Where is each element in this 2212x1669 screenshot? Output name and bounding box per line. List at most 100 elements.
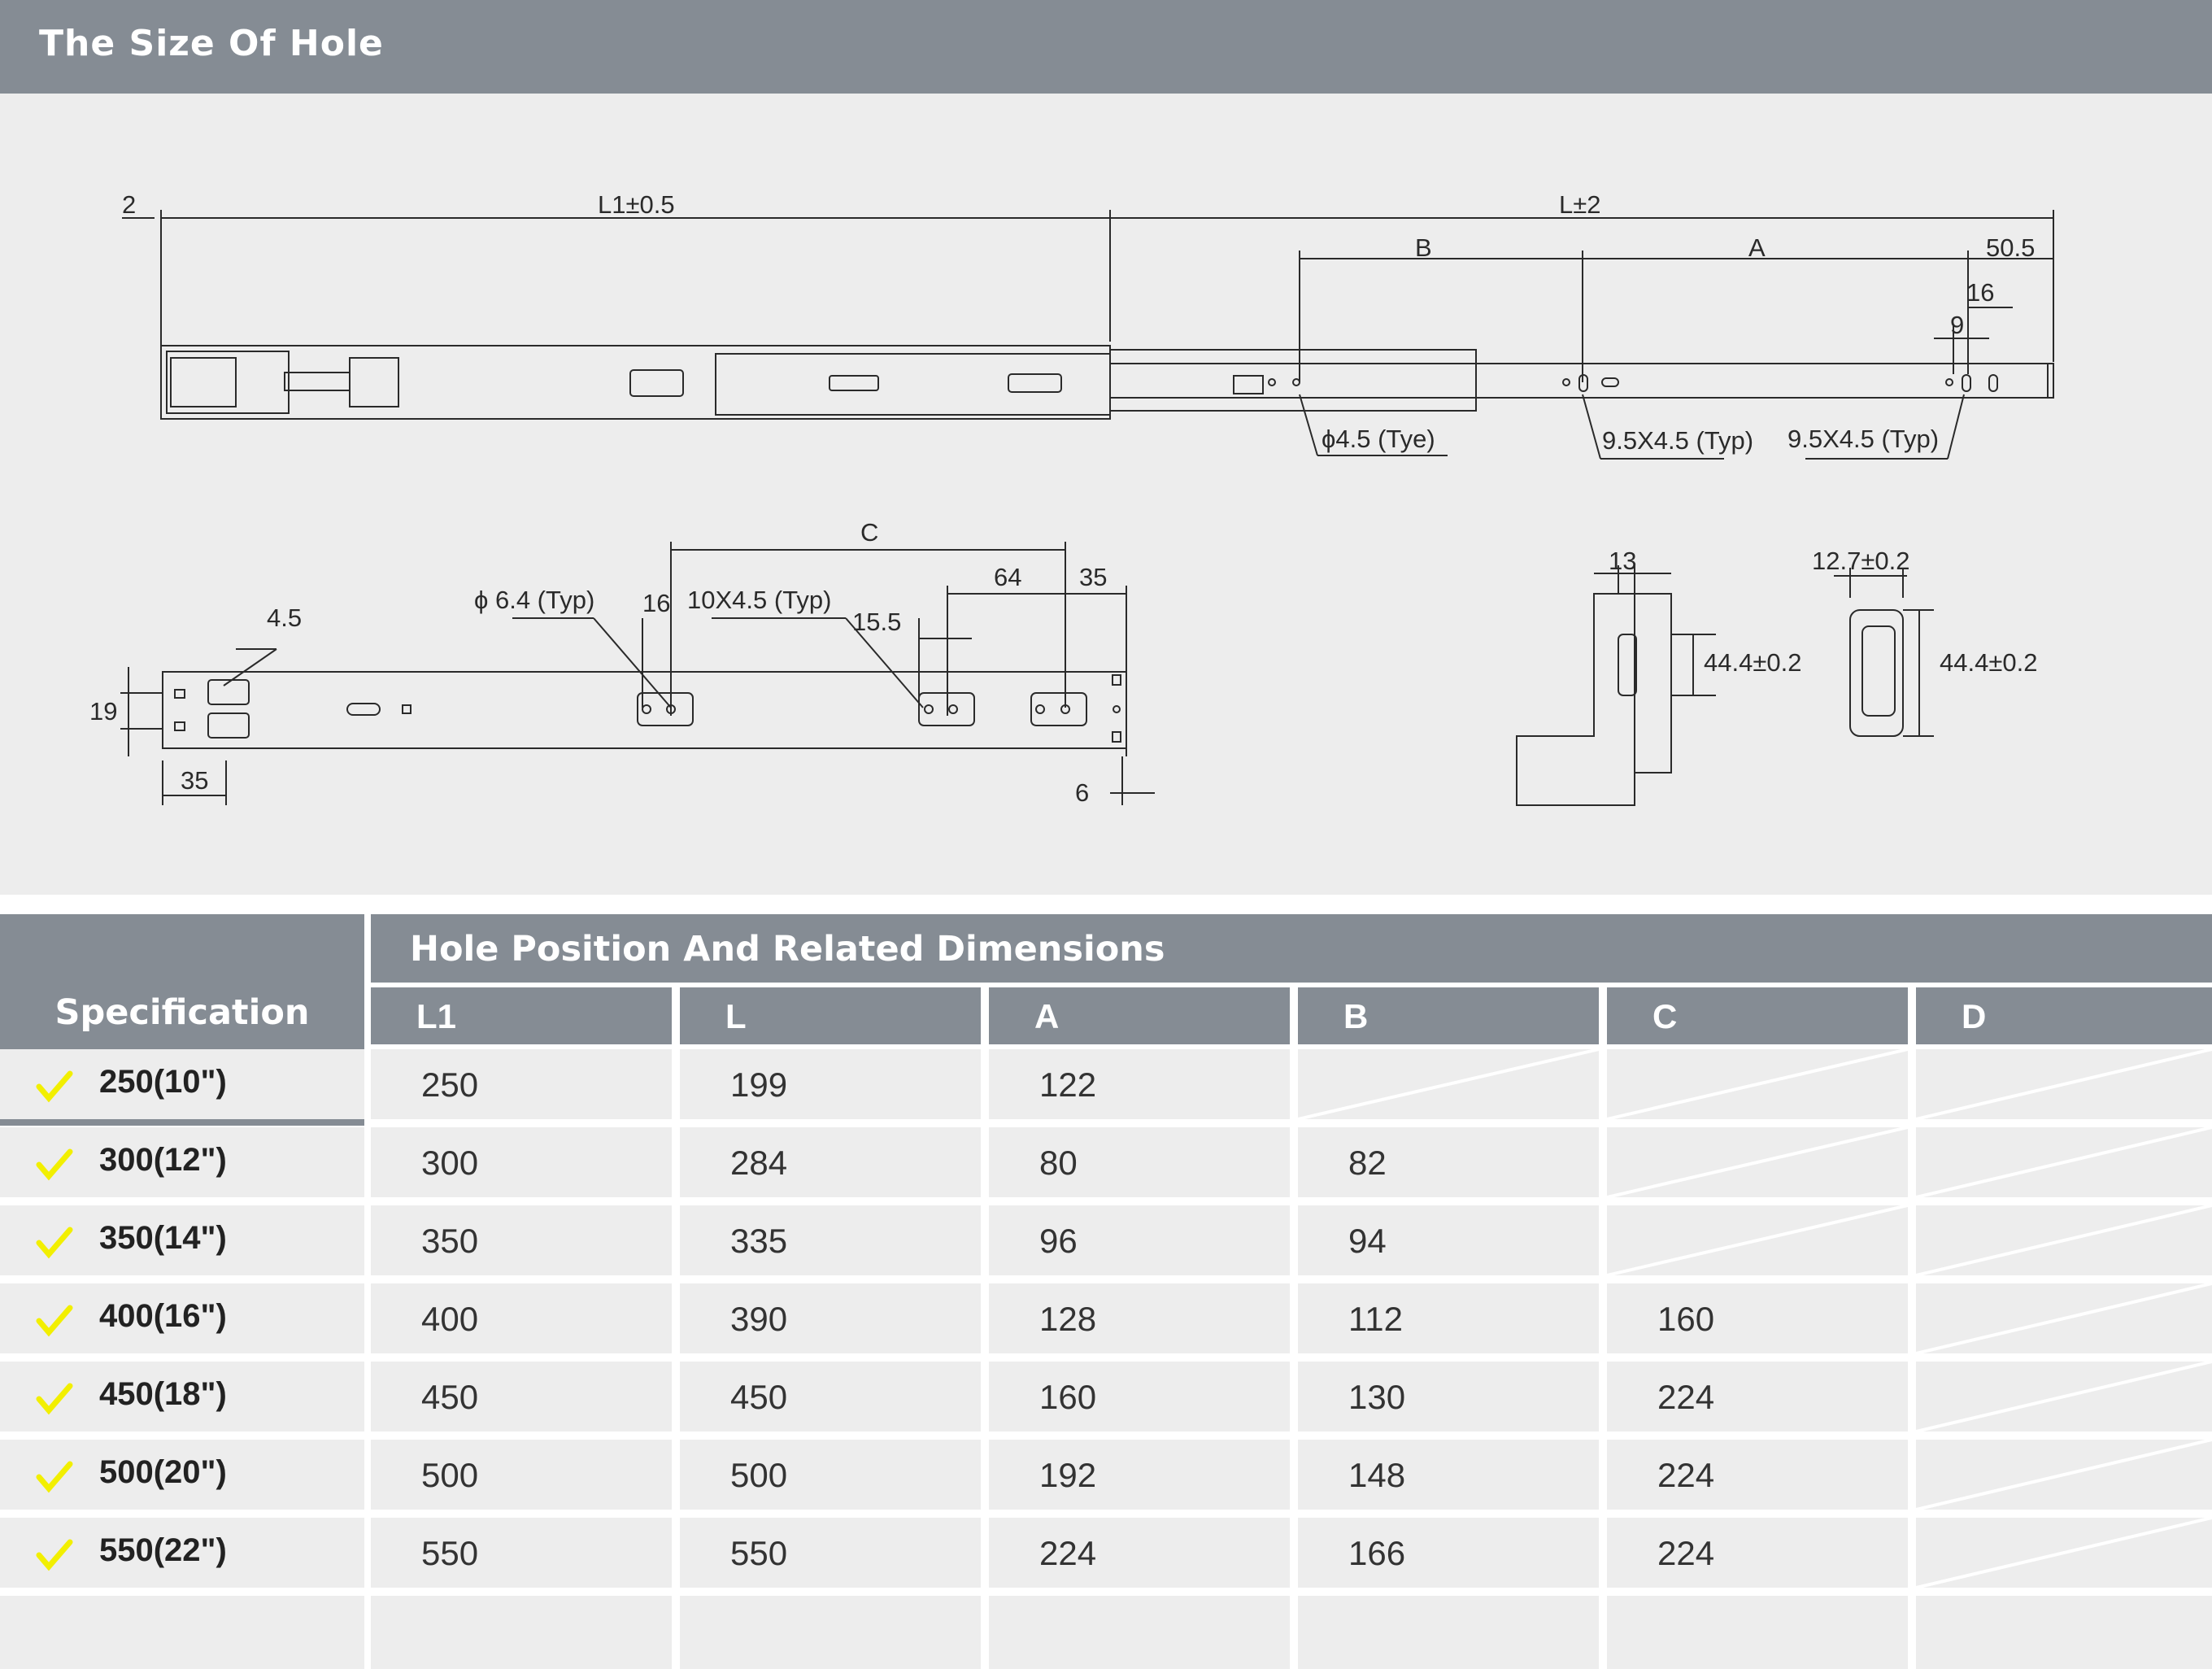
dim-50-5-label: 50.5 — [1986, 233, 2035, 262]
table-cell: 250 — [371, 1049, 672, 1119]
column-header-c: C — [1607, 987, 1908, 1044]
dim-64-label: 64 — [994, 563, 1021, 591]
cell-value: 250 — [421, 1065, 479, 1104]
table-cell: 122 — [989, 1049, 1290, 1119]
table-cell: 160 — [1607, 1283, 1908, 1353]
table-cell: 550 — [680, 1518, 981, 1588]
table-cell: 500 — [680, 1440, 981, 1510]
table-cell — [371, 1596, 672, 1669]
empty-cell-slash — [1298, 1049, 1599, 1119]
spec-label: 400(16") — [99, 1298, 227, 1334]
cell-value: 500 — [730, 1456, 788, 1494]
empty-cell-slash — [1916, 1440, 2212, 1510]
dim-44-4-label-a: 44.4±0.2 — [1704, 648, 1801, 677]
cell-value: 224 — [1657, 1456, 1715, 1494]
column-header-d: D — [1916, 987, 2212, 1044]
cell-value: 500 — [421, 1456, 479, 1494]
table-cell: 130 — [1298, 1362, 1599, 1432]
table-cell: 350 — [371, 1205, 672, 1275]
dim-12-7-label: 12.7±0.2 — [1812, 547, 1909, 575]
dim-l1-label: L1±0.5 — [598, 190, 675, 219]
dim-c-label: C — [860, 518, 878, 547]
empty-cell-slash — [1916, 1518, 2212, 1588]
group-header-text: Hole Position And Related Dimensions — [410, 929, 1165, 970]
table-cell: 335 — [680, 1205, 981, 1275]
cell-value: 128 — [1039, 1300, 1097, 1338]
table-cell: 82 — [1298, 1127, 1599, 1197]
cell-value: 82 — [1348, 1144, 1387, 1182]
empty-cell-slash — [1916, 1205, 2212, 1275]
hole-6-4-label: ϕ 6.4 (Typ) — [474, 586, 594, 614]
table-cell: 128 — [989, 1283, 1290, 1353]
cell-value: 450 — [730, 1378, 788, 1416]
column-header-l: L — [680, 987, 981, 1044]
cell-value: 80 — [1039, 1144, 1078, 1182]
table-cell: 80 — [989, 1127, 1290, 1197]
dim-a-label: A — [1748, 233, 1766, 262]
table-cell: 224 — [1607, 1440, 1908, 1510]
empty-cell-slash — [1607, 1127, 1908, 1197]
cell-value: 122 — [1039, 1065, 1097, 1104]
cell-value: 160 — [1039, 1378, 1097, 1416]
dim-16-bottom-label: 16 — [642, 589, 670, 617]
table-cell: 160 — [989, 1362, 1290, 1432]
checkmark-icon — [36, 1305, 73, 1337]
table-cell — [1298, 1049, 1599, 1119]
cell-value: 400 — [421, 1300, 479, 1338]
cell-value: 350 — [421, 1222, 479, 1260]
table-cell: 450 — [371, 1362, 672, 1432]
table-cell — [1916, 1049, 2212, 1119]
table-cell: 400 — [371, 1283, 672, 1353]
table-cell — [1916, 1205, 2212, 1275]
dim-b-label: B — [1415, 233, 1432, 262]
table-cell: 224 — [1607, 1518, 1908, 1588]
dim-4-5-label: 4.5 — [267, 604, 302, 632]
spec-label: 300(12") — [99, 1142, 227, 1178]
dim-35-top-label: 35 — [1079, 563, 1107, 591]
cell-value: 160 — [1657, 1300, 1715, 1338]
table-cell — [1607, 1205, 1908, 1275]
empty-cell-slash — [1916, 1283, 2212, 1353]
table-row-spec: 500(20") — [0, 1440, 364, 1510]
table-cell: 224 — [1607, 1362, 1908, 1432]
table-cell — [1916, 1440, 2212, 1510]
table-cell: 94 — [1298, 1205, 1599, 1275]
cell-value: 199 — [730, 1065, 788, 1104]
technical-drawing-panel: 2 L1±0.5 L±2 B A 50.5 16 9 ϕ4.5 (Tye) 9.… — [0, 94, 2212, 895]
table-cell: 284 — [680, 1127, 981, 1197]
table-cell — [989, 1596, 1290, 1669]
cell-value: 130 — [1348, 1378, 1406, 1416]
table-cell — [1916, 1283, 2212, 1353]
table-row-spec: 350(14") — [0, 1205, 364, 1275]
table-cell: 112 — [1298, 1283, 1599, 1353]
column-header-b: B — [1298, 987, 1599, 1044]
empty-cell-slash — [1916, 1127, 2212, 1197]
slot-label-2: 9.5X4.5 (Typ) — [1787, 425, 1939, 453]
cell-value: 335 — [730, 1222, 788, 1260]
hole-position-table: Specification Hole Position And Related … — [0, 895, 2212, 1669]
dim-9-label: 9 — [1950, 311, 1964, 339]
column-header-a: A — [989, 987, 1290, 1044]
table-cell — [1916, 1362, 2212, 1432]
slide-drawing: 2 L1±0.5 L±2 B A 50.5 16 9 ϕ4.5 (Tye) 9.… — [89, 190, 2054, 807]
empty-cell-slash — [1916, 1049, 2212, 1119]
checkmark-icon — [36, 1227, 73, 1259]
cell-value: 550 — [730, 1534, 788, 1572]
cell-value: 284 — [730, 1144, 788, 1182]
empty-cell-slash — [1916, 1362, 2212, 1432]
table-cell: 224 — [989, 1518, 1290, 1588]
table-row-empty — [0, 1596, 364, 1669]
checkmark-icon — [36, 1383, 73, 1415]
dim-l-label: L±2 — [1559, 190, 1601, 219]
table-cell — [1916, 1127, 2212, 1197]
checkmark-icon — [36, 1539, 73, 1571]
spec-label: 250(10") — [99, 1064, 227, 1100]
table-cell — [1607, 1049, 1908, 1119]
table-cell: 199 — [680, 1049, 981, 1119]
slot-label-1: 9.5X4.5 (Typ) — [1602, 426, 1753, 455]
dim-19-label: 19 — [89, 697, 117, 726]
cell-value: 166 — [1348, 1534, 1406, 1572]
cell-value: 450 — [421, 1378, 479, 1416]
table-row-spec: 550(22") — [0, 1518, 364, 1588]
cell-value: 224 — [1657, 1534, 1715, 1572]
